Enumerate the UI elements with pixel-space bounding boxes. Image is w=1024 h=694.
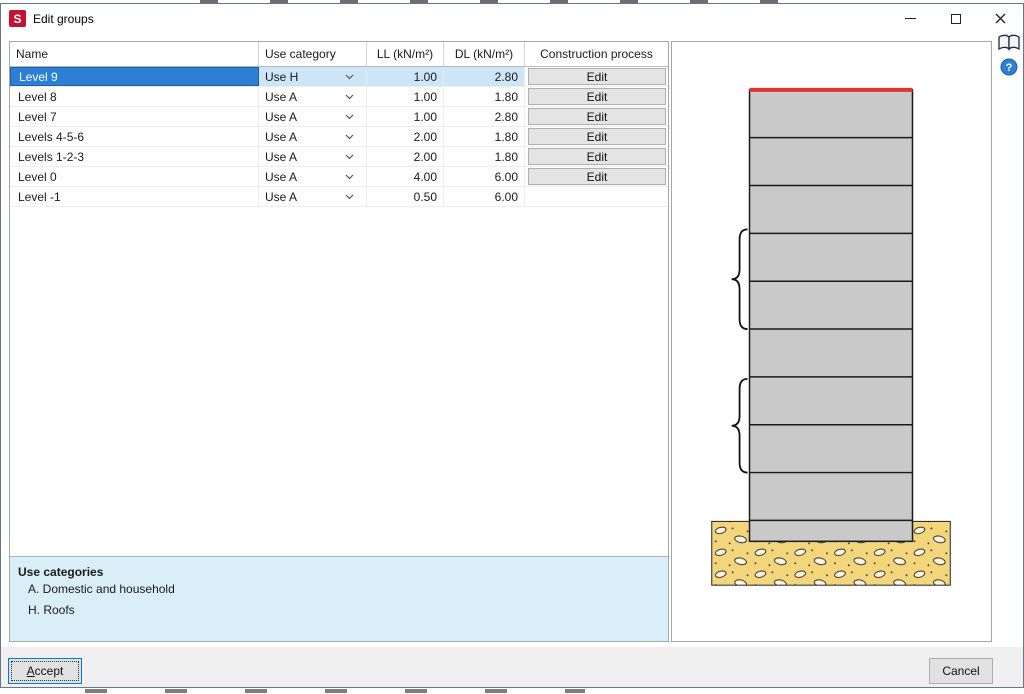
dl-value-cell[interactable]: 1.80: [444, 147, 525, 166]
chevron-down-icon: [345, 134, 354, 139]
edit-button[interactable]: Edit: [528, 108, 666, 125]
use-category-value: Use A: [265, 189, 298, 204]
use-category-dropdown[interactable]: Use A: [259, 127, 367, 146]
construction-process-cell: Edit: [525, 67, 668, 86]
ll-value-cell[interactable]: 2.00: [367, 127, 444, 146]
manual-book-icon[interactable]: [998, 34, 1020, 52]
footer-bar: Accept Cancel: [1, 647, 1023, 687]
use-category-value: Use A: [265, 109, 298, 124]
table-row[interactable]: Level 7 Use A 1.00 2.80 Edit: [10, 107, 668, 127]
edit-button[interactable]: Edit: [528, 168, 666, 185]
ll-value-cell[interactable]: 4.00: [367, 167, 444, 186]
edit-button[interactable]: Edit: [528, 128, 666, 145]
group-brace-icon: [731, 228, 748, 330]
row-name-cell[interactable]: Level 9: [10, 67, 259, 86]
ll-value-cell[interactable]: 1.00: [367, 67, 444, 86]
building-diagram-panel: [671, 41, 992, 642]
ll-value-cell[interactable]: 2.00: [367, 147, 444, 166]
header-construction-process: Construction process: [540, 47, 653, 61]
edit-button[interactable]: Edit: [528, 68, 666, 85]
chevron-down-icon: [345, 114, 354, 119]
close-icon: [995, 13, 1006, 24]
minimize-icon: [905, 18, 916, 19]
row-name-cell[interactable]: Level 0: [10, 167, 259, 186]
ll-value-cell[interactable]: 0.50: [367, 187, 444, 206]
groups-table-panel: Name Use category LL (kN/m²) DL (kN/m²) …: [9, 41, 669, 642]
building-body: [748, 89, 914, 543]
table-row[interactable]: Level -1 Use A 0.50 6.00: [10, 187, 668, 207]
row-name-cell[interactable]: Level -1: [10, 187, 259, 206]
table-row[interactable]: Levels 4-5-6 Use A 2.00 1.80 Edit: [10, 127, 668, 147]
use-category-dropdown[interactable]: Use A: [259, 187, 367, 206]
help-icon[interactable]: ?: [1000, 58, 1018, 76]
construction-process-cell: Edit: [525, 147, 668, 166]
chevron-down-icon: [345, 154, 354, 159]
use-category-item: A. Domestic and household: [28, 582, 175, 596]
use-category-item: H. Roofs: [28, 603, 75, 617]
dl-value-cell[interactable]: 6.00: [444, 187, 525, 206]
construction-process-cell: Edit: [525, 87, 668, 106]
app-icon: S: [9, 10, 26, 27]
window-title: Edit groups: [33, 11, 94, 26]
table-header-row: Name Use category LL (kN/m²) DL (kN/m²) …: [10, 42, 668, 67]
use-category-value: Use A: [265, 129, 298, 144]
row-name-cell[interactable]: Level 7: [10, 107, 259, 126]
construction-process-cell: [525, 187, 668, 206]
dl-value-cell[interactable]: 1.80: [444, 127, 525, 146]
maximize-icon: [950, 13, 961, 24]
edit-button[interactable]: Edit: [528, 148, 666, 165]
use-categories-panel: Use categories A. Domestic and household…: [10, 556, 668, 641]
chevron-down-icon: [345, 174, 354, 179]
use-category-value: Use A: [265, 149, 298, 164]
header-use-category: Use category: [259, 42, 367, 66]
ll-value-cell[interactable]: 1.00: [367, 87, 444, 106]
chevron-down-icon: [345, 94, 354, 99]
cancel-button[interactable]: Cancel: [929, 658, 993, 684]
building-diagram: [711, 87, 951, 586]
dl-value-cell[interactable]: 2.80: [444, 67, 525, 86]
minimize-button[interactable]: [888, 4, 933, 33]
accept-button[interactable]: Accept: [8, 658, 82, 684]
dl-value-cell[interactable]: 2.80: [444, 107, 525, 126]
row-name-cell[interactable]: Levels 1-2-3: [10, 147, 259, 166]
edit-groups-window: S Edit groups Name Use category LL (kN/m…: [0, 3, 1024, 688]
row-name-cell[interactable]: Level 8: [10, 87, 259, 106]
dl-value-cell[interactable]: 1.80: [444, 87, 525, 106]
use-category-value: Use A: [265, 169, 298, 184]
maximize-button[interactable]: [933, 4, 978, 33]
table-row[interactable]: Level 9 Use H 1.00 2.80 Edit: [10, 67, 668, 87]
use-category-dropdown[interactable]: Use A: [259, 87, 367, 106]
row-name-cell[interactable]: Levels 4-5-6: [10, 127, 259, 146]
table-row[interactable]: Levels 1-2-3 Use A 2.00 1.80 Edit: [10, 147, 668, 167]
chevron-down-icon: [345, 74, 354, 79]
ll-value-cell[interactable]: 1.00: [367, 107, 444, 126]
svg-text:S: S: [13, 12, 21, 26]
header-ll: LL (kN/m²): [367, 42, 444, 66]
svg-text:?: ?: [1006, 62, 1013, 74]
use-category-dropdown[interactable]: Use A: [259, 167, 367, 186]
construction-process-cell: Edit: [525, 167, 668, 186]
help-icons-column: ?: [997, 34, 1021, 76]
dl-value-cell[interactable]: 6.00: [444, 167, 525, 186]
construction-process-cell: Edit: [525, 107, 668, 126]
group-brace-icon: [731, 377, 748, 474]
use-category-dropdown[interactable]: Use A: [259, 147, 367, 166]
use-category-value: Use A: [265, 89, 298, 104]
edit-button[interactable]: Edit: [528, 88, 666, 105]
use-category-dropdown[interactable]: Use H: [259, 67, 367, 86]
use-category-value: Use H: [265, 69, 299, 84]
background-text-fragment: [85, 689, 585, 693]
header-name: Name: [10, 42, 259, 66]
chevron-down-icon: [345, 194, 354, 199]
window-controls: [888, 4, 1023, 33]
table-row[interactable]: Level 8 Use A 1.00 1.80 Edit: [10, 87, 668, 107]
titlebar[interactable]: S Edit groups: [1, 4, 1023, 33]
table-row[interactable]: Level 0 Use A 4.00 6.00 Edit: [10, 167, 668, 187]
construction-process-cell: Edit: [525, 127, 668, 146]
use-categories-title: Use categories: [18, 565, 104, 579]
use-category-dropdown[interactable]: Use A: [259, 107, 367, 126]
close-button[interactable]: [978, 4, 1023, 33]
header-dl: DL (kN/m²): [444, 42, 525, 66]
